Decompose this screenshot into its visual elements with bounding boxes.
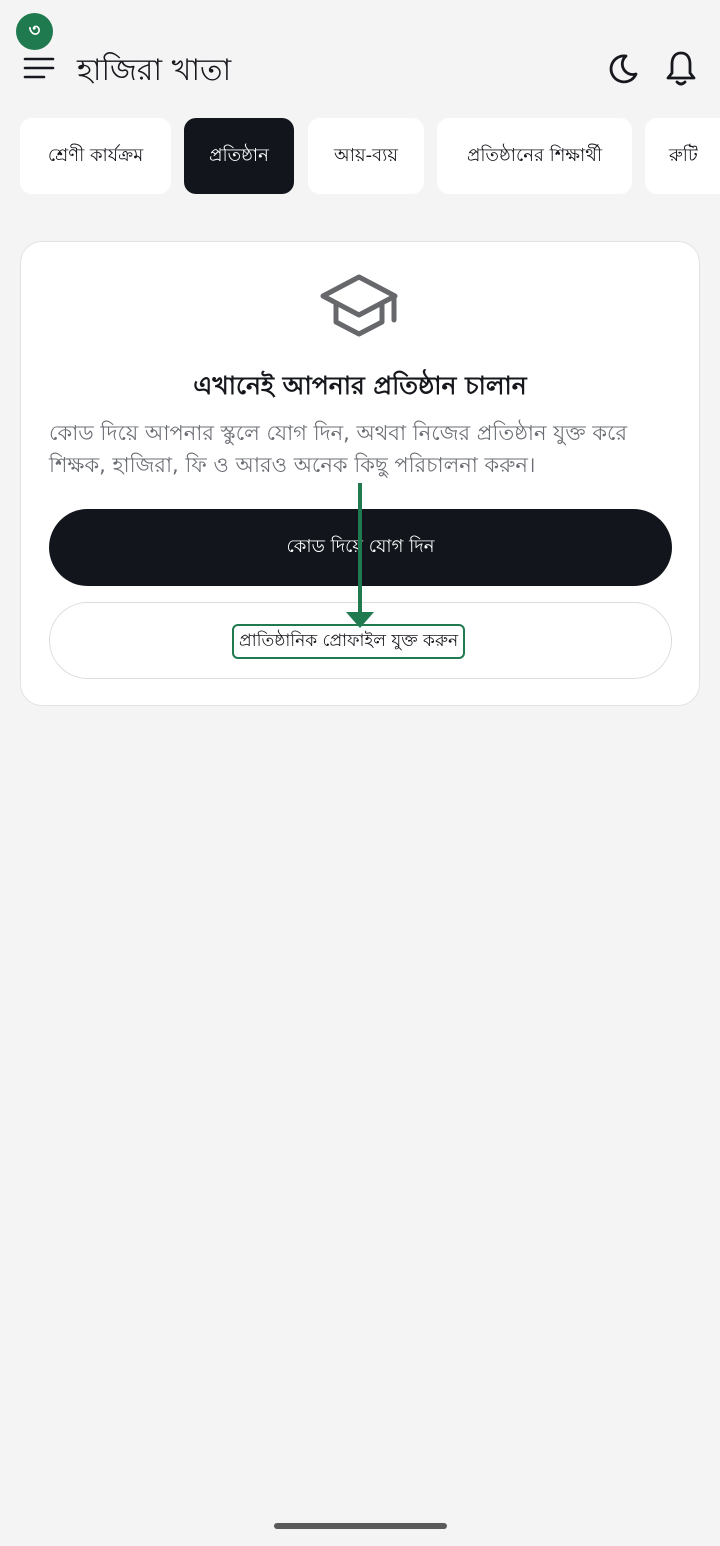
tab-routine[interactable]: রুটি (645, 118, 720, 194)
moon-icon (609, 54, 638, 84)
hamburger-menu-icon (23, 57, 55, 79)
theme-toggle-button[interactable] (606, 52, 640, 86)
card-title: এখানেই আপনার প্রতিষ্ঠান চালান (193, 371, 527, 400)
card-description: কোড দিয়ে আপনার স্কুলে যোগ দিন, অথবা নিজ… (49, 421, 628, 477)
app-title: হাজিরা খাতা (77, 53, 232, 88)
tab-class-activities[interactable]: শ্রেণী কার্যক্রম (20, 118, 171, 194)
app-header: হাজিরা খাতা (0, 0, 720, 110)
app-screen: ৩ হাজিরা খাতা শ্রেণী কার্যক্রম প্রতিষ্ঠা… (0, 0, 720, 1546)
step-number-badge: ৩ (16, 13, 53, 50)
pointer-arrow-head-icon (346, 612, 374, 628)
section-tabs: শ্রেণী কার্যক্রম প্রতিষ্ঠান আয়-ব্যয় প্… (0, 118, 720, 196)
tab-institution[interactable]: প্রতিষ্ঠান (184, 118, 294, 194)
tab-institution-students[interactable]: প্রতিষ্ঠানের শিক্ষার্থী (437, 118, 632, 194)
add-profile-label-highlight: প্রাতিষ্ঠানিক প্রোফাইল যুক্ত করুন (232, 624, 466, 659)
graduation-cap-icon (320, 274, 398, 337)
home-indicator[interactable] (274, 1523, 447, 1529)
tab-income-expense[interactable]: আয়-ব্যয় (308, 118, 424, 194)
institution-card: এখানেই আপনার প্রতিষ্ঠান চালান কোড দিয়ে … (20, 241, 700, 706)
pointer-arrow-shaft (358, 483, 362, 615)
bell-icon (666, 51, 696, 86)
menu-button[interactable] (22, 52, 56, 82)
notifications-button[interactable] (664, 50, 698, 88)
